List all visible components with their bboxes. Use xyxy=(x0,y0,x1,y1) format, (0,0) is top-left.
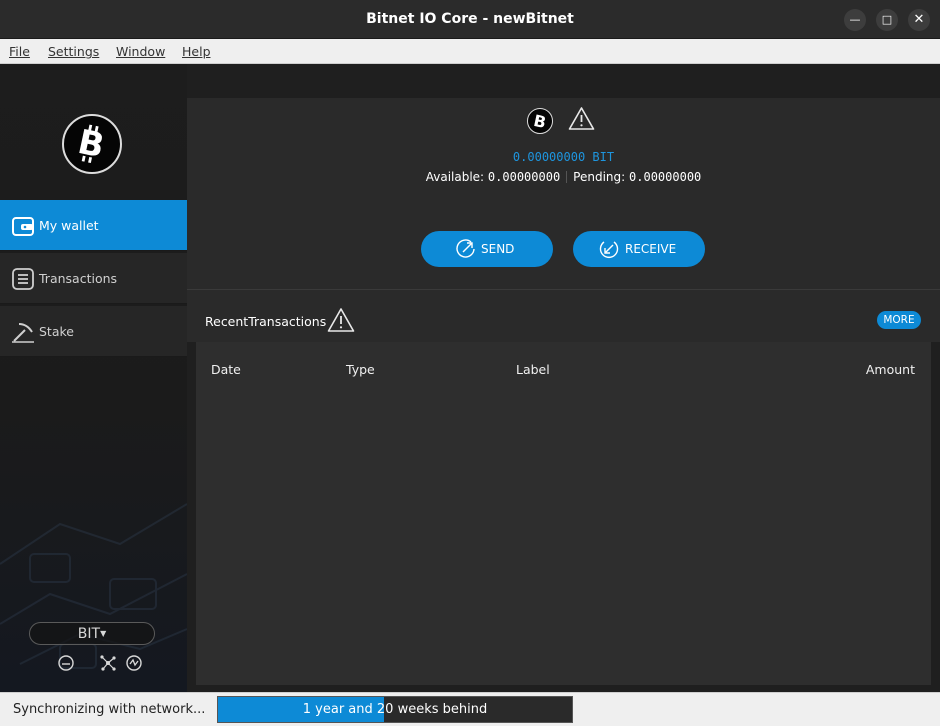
column-header-amount[interactable]: Amount xyxy=(866,362,915,377)
no-staking-icon[interactable] xyxy=(57,654,75,672)
bitcoin-logo-icon: B xyxy=(62,114,122,174)
pending-value: 0.00000000 xyxy=(629,170,702,184)
available-value: 0.00000000 xyxy=(487,170,561,184)
window-title: Bitnet IO Core - newBitnet xyxy=(366,11,574,27)
warning-icon[interactable] xyxy=(568,106,595,131)
menu-bar: File Settings Window Help xyxy=(0,39,940,64)
receive-button-label: RECEIVE xyxy=(625,242,677,256)
sidebar-item-label: Transactions xyxy=(39,271,118,286)
divider xyxy=(566,171,568,183)
menu-file[interactable]: File xyxy=(9,44,30,59)
list-icon xyxy=(12,268,34,290)
column-header-type[interactable]: Type xyxy=(346,362,375,377)
balance-overview: B 0.00000000 BIT Available: 0.00000000 Pe… xyxy=(187,98,940,290)
recent-transactions-title: RecentTransactions xyxy=(205,314,327,329)
sync-progress-bar: 1 year and 20 weeks behind xyxy=(217,696,573,723)
receive-arrow-icon xyxy=(599,241,619,259)
unit-select[interactable]: BIT▼ xyxy=(29,622,155,645)
sidebar-item-transactions[interactable]: Transactions xyxy=(0,253,187,304)
balance-details: Available: 0.00000000 Pending: 0.00000000 xyxy=(187,170,940,184)
menu-help[interactable]: Help xyxy=(182,44,211,59)
chevron-down-icon: ▼ xyxy=(100,629,107,638)
sync-progress-text: 1 year and 20 weeks behind xyxy=(302,702,488,717)
sidebar-item-label: Stake xyxy=(39,324,74,339)
pending-label: Pending: xyxy=(573,170,626,184)
menu-settings[interactable]: Settings xyxy=(48,44,99,59)
network-icon[interactable] xyxy=(99,654,117,672)
sidebar-item-stake[interactable]: Stake xyxy=(0,306,187,357)
sidebar: B My wallet Transactions Stake BIT▼ xyxy=(0,64,187,692)
bitcoin-coin-icon: B xyxy=(527,108,553,134)
sync-icon[interactable] xyxy=(125,654,143,672)
title-bar: Bitnet IO Core - newBitnet — □ ✕ xyxy=(0,0,940,39)
sync-status-text: Synchronizing with network... xyxy=(13,702,206,717)
transactions-table: Date Type Label Amount xyxy=(196,342,931,685)
column-header-date[interactable]: Date xyxy=(211,362,241,377)
send-arrow-icon xyxy=(456,239,475,258)
recent-transactions-header: RecentTransactions MORE xyxy=(187,290,940,342)
close-icon[interactable]: ✕ xyxy=(908,9,930,31)
warning-icon[interactable] xyxy=(327,307,355,333)
send-button-label: SEND xyxy=(481,242,515,256)
main-panel: B 0.00000000 BIT Available: 0.00000000 Pe… xyxy=(187,64,940,692)
minimize-icon[interactable]: — xyxy=(844,9,866,31)
receive-button[interactable]: RECEIVE xyxy=(573,231,705,267)
maximize-icon[interactable]: □ xyxy=(876,9,898,31)
unit-select-value: BIT xyxy=(77,626,101,642)
more-button[interactable]: MORE xyxy=(877,311,921,329)
column-header-label[interactable]: Label xyxy=(516,362,550,377)
status-bar: Synchronizing with network... 1 year and… xyxy=(0,692,940,726)
sidebar-item-my-wallet[interactable]: My wallet xyxy=(0,200,187,251)
menu-window[interactable]: Window xyxy=(116,44,165,59)
pickaxe-icon xyxy=(12,323,34,343)
total-balance: 0.00000000 BIT xyxy=(512,150,615,164)
available-label: Available: xyxy=(425,170,485,184)
sidebar-item-label: My wallet xyxy=(39,218,99,233)
send-button[interactable]: SEND xyxy=(421,231,553,267)
wallet-icon xyxy=(12,217,34,236)
app-window: Bitnet IO Core - newBitnet — □ ✕ File Se… xyxy=(0,0,940,726)
